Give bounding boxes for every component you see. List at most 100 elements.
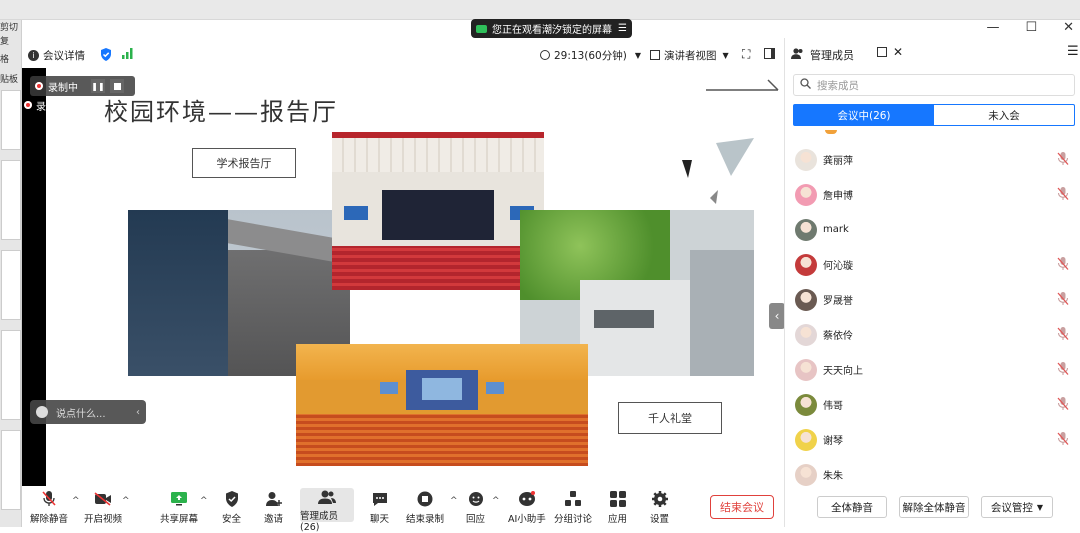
member-name: 龚丽萍	[823, 156, 853, 167]
sidebar-toggle-icon[interactable]	[764, 48, 775, 59]
chat-icon	[371, 490, 389, 508]
lecture-hall-photo	[332, 132, 544, 290]
mic-muted-icon[interactable]	[1057, 257, 1069, 271]
tab-not-joined[interactable]: 未入会	[934, 105, 1074, 125]
unmute-all-button[interactable]: 解除全体静音	[899, 496, 969, 518]
ai-assistant-label: AI小助手	[508, 514, 546, 525]
layout-icon	[650, 50, 660, 60]
members-icon	[791, 48, 804, 62]
member-name: 天天向上	[823, 366, 863, 377]
share-banner-text: 您正在观看潮汐锁定的屏幕	[492, 25, 612, 36]
member-row[interactable]: 伟哥	[785, 387, 1080, 422]
popout-icon[interactable]	[877, 47, 887, 57]
recording-label: 录制中	[48, 82, 78, 94]
member-panel: 管理成员 ✕ ☰ 搜索成员 会议中(26) 未入会 龚丽萍 詹申博 mark 何…	[784, 38, 1080, 527]
member-row[interactable]: 谢琴	[785, 422, 1080, 457]
mic-muted-icon[interactable]	[1057, 152, 1069, 166]
mic-muted-icon[interactable]	[1057, 292, 1069, 306]
reactions-label: 回应	[466, 514, 486, 525]
manage-members-button[interactable]: 管理成员(26)	[300, 488, 354, 533]
doc-thumbnail	[1, 160, 21, 240]
breakout-icon	[564, 490, 582, 508]
meeting-info-button[interactable]: i 会议详情	[28, 48, 85, 63]
member-search-input[interactable]: 搜索成员	[793, 74, 1075, 96]
settings-label: 设置	[650, 514, 670, 525]
mute-all-button[interactable]: 全体静音	[817, 496, 887, 518]
shield-icon[interactable]	[100, 48, 112, 64]
avatar	[795, 253, 817, 276]
mic-muted-icon[interactable]	[1057, 432, 1069, 446]
close-icon[interactable]: ✕	[893, 45, 903, 59]
invite-label: 邀请	[264, 514, 284, 525]
chevron-left-icon[interactable]: ‹	[136, 407, 140, 418]
member-row[interactable]: 罗晟誉	[785, 282, 1080, 317]
member-row[interactable]: mark	[785, 212, 1080, 247]
quick-chat-input[interactable]: 说点什么... ‹	[30, 400, 146, 424]
clipboard-label: 贴板	[0, 75, 19, 85]
settings-button[interactable]: 设置	[650, 490, 669, 525]
ai-assistant-button[interactable]: AI小助手	[508, 490, 546, 525]
format-label: 格	[0, 55, 10, 65]
tab-in-meeting[interactable]: 会议中(26)	[794, 105, 934, 125]
view-mode-label: 演讲者视图	[664, 49, 717, 62]
mic-muted-icon[interactable]	[1057, 187, 1069, 201]
minimize-icon[interactable]: —	[986, 20, 999, 35]
chevron-up-icon[interactable]: ^	[492, 496, 500, 506]
breakout-button[interactable]: 分组讨论	[554, 490, 592, 525]
chevron-up-icon[interactable]: ^	[72, 496, 80, 506]
chat-button[interactable]: 聊天	[370, 490, 389, 525]
member-row[interactable]: 何沁璇	[785, 247, 1080, 282]
member-panel-title: 管理成员	[810, 49, 854, 62]
members-icon	[318, 490, 336, 505]
mic-muted-icon[interactable]	[1057, 397, 1069, 411]
signal-icon[interactable]	[122, 48, 133, 62]
info-icon: i	[28, 49, 39, 61]
fullscreen-icon[interactable]: ⛶	[742, 47, 750, 62]
member-row[interactable]: 龚丽萍	[785, 142, 1080, 177]
member-row[interactable]: 蔡依伶	[785, 317, 1080, 352]
screen-share-banner[interactable]: 您正在观看潮汐锁定的屏幕 ☰	[471, 19, 632, 38]
view-mode-button[interactable]: 演讲者视图 ▼	[650, 48, 729, 63]
member-name: 朱朱	[823, 471, 843, 482]
member-row[interactable]: 詹申博	[785, 177, 1080, 212]
maximize-icon[interactable]: ☐	[1025, 20, 1037, 35]
avatar	[795, 148, 817, 171]
shared-screen[interactable]: 校园环境——报告厅 学术报告厅 千人礼堂 录制中 ❚❚ 录制中 说点什么... …	[22, 68, 785, 488]
member-row[interactable]: 朱朱	[785, 457, 1080, 492]
member-list: 龚丽萍 詹申博 mark 何沁璇 罗晟誉 蔡依伶 天天向上 伟哥 谢琴 朱朱	[785, 142, 1080, 492]
mic-muted-icon[interactable]	[1057, 362, 1069, 376]
meeting-control-button[interactable]: 会议管控 ▼	[981, 496, 1053, 518]
menu-icon[interactable]: ☰	[1067, 44, 1079, 59]
partial-avatar	[825, 130, 837, 134]
end-meeting-button[interactable]: 结束会议	[710, 495, 774, 519]
security-button[interactable]: 安全	[222, 490, 241, 525]
invite-button[interactable]: 邀请	[264, 490, 283, 525]
stop-icon[interactable]	[110, 79, 124, 93]
member-row[interactable]: 天天向上	[785, 352, 1080, 387]
reactions-button[interactable]: 回应	[466, 490, 485, 525]
menu-icon[interactable]: ☰	[618, 23, 627, 34]
chevron-up-icon[interactable]: ^	[200, 496, 208, 506]
end-recording-button[interactable]: 结束录制	[406, 490, 444, 525]
meeting-timer[interactable]: 29:13(60分钟) ▼	[540, 48, 641, 63]
start-video-button[interactable]: 开启视频	[84, 490, 122, 525]
pause-icon[interactable]: ❚❚	[91, 79, 105, 93]
video-label: 开启视频	[84, 514, 123, 525]
emoji-icon[interactable]	[36, 406, 48, 418]
mic-muted-icon[interactable]	[1057, 327, 1069, 341]
chevron-up-icon[interactable]: ^	[450, 496, 458, 506]
apps-label: 应用	[608, 514, 628, 525]
member-name: mark	[823, 224, 849, 235]
record-dot-icon	[35, 82, 43, 90]
close-icon[interactable]: ✕	[1063, 20, 1074, 35]
member-panel-header: 管理成员 ✕ ☰	[785, 44, 1080, 66]
unmute-button[interactable]: 解除静音	[30, 490, 68, 525]
doc-thumbnail	[1, 330, 21, 420]
share-label: 共享屏幕	[160, 514, 199, 525]
chevron-up-icon[interactable]: ^	[122, 496, 130, 506]
share-screen-button[interactable]: 共享屏幕	[160, 490, 198, 525]
apps-button[interactable]: 应用	[608, 490, 627, 525]
collapse-panel-button[interactable]: ‹	[769, 303, 785, 329]
recording-badge[interactable]: 录制中 ❚❚	[30, 76, 135, 96]
meeting-control-label: 会议管控	[990, 501, 1033, 514]
